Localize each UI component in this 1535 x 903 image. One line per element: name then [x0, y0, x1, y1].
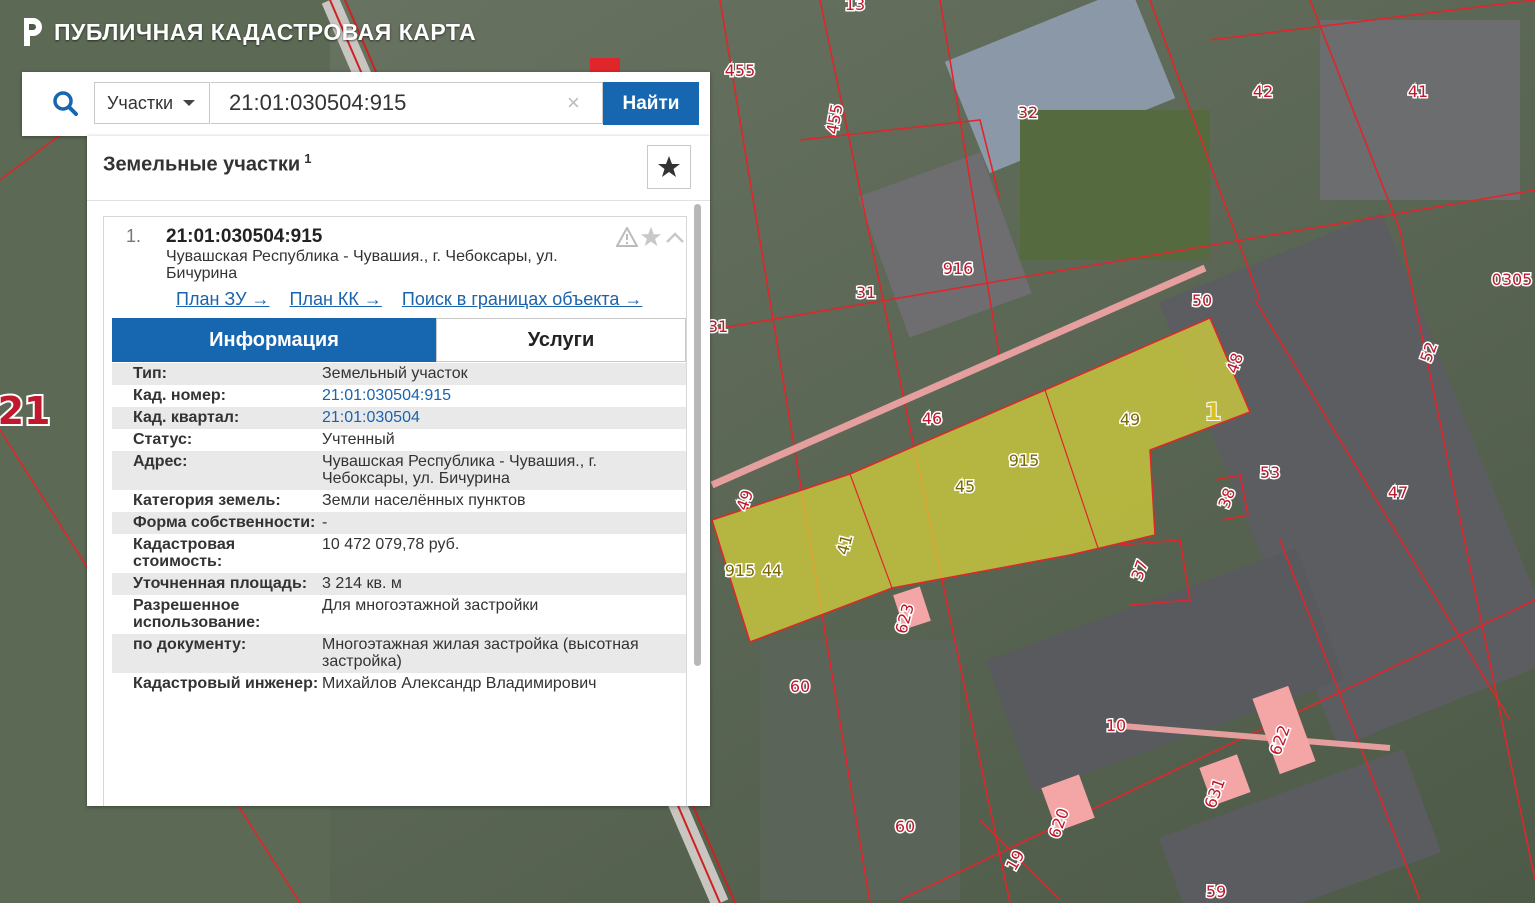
star-icon[interactable]	[640, 226, 662, 248]
info-row: Тип: Земельный участок	[112, 363, 686, 385]
scrollbar[interactable]	[692, 202, 702, 806]
result-cad-number[interactable]: 21:01:030504:915	[166, 226, 322, 248]
favorites-button[interactable]	[647, 145, 691, 189]
info-key: Разрешенное использование:	[133, 597, 261, 631]
search-bar: Участки × Найти	[22, 72, 710, 136]
info-value: Земли населённых пунктов	[322, 492, 526, 509]
map-label: 916	[943, 259, 974, 278]
map-label: 60	[895, 817, 915, 836]
results-count: 1	[304, 151, 312, 166]
info-row: Кад. квартал: 21:01:030504	[112, 407, 686, 429]
map-label: 53	[1260, 463, 1280, 482]
map-label: 10	[1106, 716, 1126, 735]
info-key: Тип:	[133, 365, 167, 382]
result-links: План ЗУ → План КК → Поиск в границах объ…	[176, 289, 642, 310]
info-value: 3 214 кв. м	[322, 575, 402, 592]
info-row: Уточненная площадь: 3 214 кв. м	[112, 573, 686, 595]
search-type-value: Участки	[107, 92, 173, 113]
plan-zu-link[interactable]: План ЗУ →	[176, 289, 270, 310]
pkk-logo-icon	[24, 18, 42, 46]
map-label: 32	[1018, 103, 1038, 122]
info-key: Кад. номер:	[133, 387, 226, 404]
info-row: Кадастровый инженер: Михайлов Александр В…	[112, 673, 686, 695]
star-icon	[658, 156, 680, 177]
map-label: 60	[790, 677, 810, 696]
info-key: Кад. квартал:	[133, 409, 240, 426]
chevron-down-icon	[183, 100, 195, 106]
info-key: Статус:	[133, 431, 193, 448]
results-panel: Земельные участки 1 1. 21:01:030504:915 Ч…	[87, 136, 710, 806]
info-key: по документу:	[133, 636, 247, 653]
info-row: Форма собственности: -	[112, 512, 686, 534]
find-button[interactable]: Найти	[603, 82, 699, 125]
info-value-link[interactable]: 21:01:030504	[322, 409, 686, 426]
info-row: Категория земель: Земли населённых пункто…	[112, 490, 686, 512]
map-label: 49	[1120, 410, 1140, 429]
info-value-link[interactable]: 21:01:030504:915	[322, 387, 686, 404]
map-label: 915	[1009, 451, 1040, 470]
map-label: 50	[1192, 291, 1212, 310]
scrollbar-thumb[interactable]	[694, 204, 701, 666]
panel-header: Земельные участки 1	[87, 136, 710, 201]
map-label: 1	[1205, 398, 1222, 426]
result-number: 1.	[126, 226, 142, 246]
info-key: Категория земель:	[133, 492, 281, 509]
map-label: 42	[1253, 82, 1273, 101]
map-label: 455	[725, 61, 756, 80]
info-row: Статус: Учтенный	[112, 429, 686, 451]
info-value: Земельный участок	[322, 365, 468, 382]
panel-title: Земельные участки 1	[103, 151, 311, 177]
tab-services[interactable]: Услуги	[436, 318, 686, 362]
result-actions	[616, 226, 686, 248]
map-label: 31	[856, 283, 876, 302]
search-in-bounds-link[interactable]: Поиск в границах объекта →	[402, 289, 642, 310]
app-title: ПУБЛИЧНАЯ КАДАСТРОВАЯ КАРТА	[54, 18, 477, 45]
map-label: 915	[725, 561, 756, 580]
info-key: Форма собственности:	[133, 514, 316, 531]
map-label: 46	[922, 409, 942, 428]
tab-information[interactable]: Информация	[112, 318, 436, 362]
info-key: Кадастровый инженер:	[133, 675, 319, 692]
search-type-select[interactable]: Участки	[94, 82, 210, 124]
map-label: 47	[1388, 483, 1408, 502]
clear-icon[interactable]: ×	[567, 90, 580, 116]
info-key: Уточненная площадь:	[133, 575, 308, 592]
chevron-up-icon[interactable]	[664, 227, 686, 247]
result-address: Чувашская Республика - Чувашия., г. Чебо…	[166, 248, 558, 282]
map-label: 41	[1408, 82, 1428, 101]
info-value: Многоэтажная жилая застройка (высотная з…	[322, 636, 639, 670]
warning-icon[interactable]	[616, 227, 638, 247]
plan-kk-link[interactable]: План КК →	[290, 289, 382, 310]
panel-title-text: Земельные участки	[103, 153, 301, 176]
info-row: по документу: Многоэтажная жилая застройк…	[112, 634, 686, 673]
map-label: 59	[1206, 882, 1226, 901]
info-table: Тип: Земельный участок Кад. номер: 21:01:0…	[112, 363, 686, 695]
region-label: 21	[0, 389, 50, 433]
info-row: Разрешенное использование: Для многоэтажн…	[112, 595, 686, 634]
map-label: 44	[762, 561, 782, 580]
result-tabs: Информация Услуги	[112, 318, 686, 362]
info-row: Адрес: Чувашская Республика - Чувашия., г…	[112, 451, 686, 490]
info-value: -	[322, 514, 328, 531]
map-label: 31	[708, 317, 728, 336]
info-value: Михайлов Александр Владимирович	[322, 675, 597, 692]
search-icon[interactable]	[52, 90, 78, 116]
brand: ПУБЛИЧНАЯ КАДАСТРОВАЯ КАРТА	[20, 16, 476, 48]
info-row: Кад. номер: 21:01:030504:915	[112, 385, 686, 407]
info-row: Кадастровая стоимость: 10 472 079,78 руб.	[112, 534, 686, 573]
info-key: Кадастровая стоимость:	[133, 536, 236, 570]
map-label: 0305	[1492, 270, 1533, 289]
info-value: Для многоэтажной застройки	[322, 597, 539, 614]
map-label: 13	[845, 0, 865, 14]
info-key: Адрес:	[133, 453, 188, 470]
info-value: Учтенный	[322, 431, 395, 448]
map-label: 45	[955, 477, 975, 496]
result-card: 1. 21:01:030504:915 Чувашская Республика…	[103, 216, 687, 806]
search-input[interactable]	[211, 82, 603, 124]
info-value: Чувашская Республика - Чувашия., г. Чебо…	[322, 453, 597, 487]
info-value: 10 472 079,78 руб.	[322, 536, 460, 553]
